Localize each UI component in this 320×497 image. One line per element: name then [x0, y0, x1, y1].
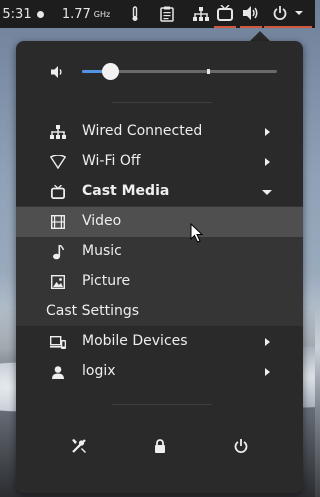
- power-off-button[interactable]: [219, 426, 263, 466]
- volume-100-mark: [207, 69, 210, 74]
- menu-item-label: logix: [82, 363, 116, 379]
- system-menu: Wired Connected Wi-Fi Off Cast Media Vid…: [16, 41, 303, 493]
- film-icon: [50, 214, 66, 230]
- clock-time: 5:31: [2, 6, 32, 22]
- cast-settings-item[interactable]: Cast Settings: [46, 303, 139, 319]
- chevron-right-icon: [265, 158, 270, 166]
- cpu-frequency[interactable]: 1.77 GHz: [58, 0, 114, 28]
- menu-item-wifi[interactable]: Wi-Fi Off: [16, 147, 303, 177]
- chevron-right-icon: [265, 128, 270, 136]
- menu-item-cast-media[interactable]: Cast Media: [16, 177, 303, 207]
- menu-item-label: Video: [82, 213, 122, 229]
- settings-tools-icon: [72, 439, 86, 453]
- menu-item-picture[interactable]: Picture: [16, 267, 303, 297]
- mobile-devices-icon: [50, 334, 66, 350]
- chevron-down-icon: [262, 190, 272, 195]
- menu-item-video[interactable]: Video: [16, 207, 303, 237]
- notification-dot-icon: [36, 10, 44, 18]
- network-wired-icon[interactable]: [190, 0, 212, 28]
- menu-item-mobile-devices[interactable]: Mobile Devices: [16, 327, 303, 357]
- volume-slider-row: [16, 56, 303, 86]
- top-bar: 5:31 1.77 GHz: [0, 0, 315, 28]
- chevron-right-icon: [265, 338, 270, 346]
- chevron-right-icon: [265, 368, 270, 376]
- menu-item-user[interactable]: logix: [16, 357, 303, 387]
- separator: [112, 102, 212, 103]
- separator: [112, 404, 212, 405]
- user-icon: [50, 364, 66, 380]
- system-actions: [16, 426, 303, 466]
- menu-item-wired[interactable]: Wired Connected: [16, 117, 303, 147]
- music-note-icon: [50, 244, 66, 260]
- lock-button[interactable]: [138, 426, 182, 466]
- menu-item-label: Wi-Fi Off: [82, 153, 141, 169]
- volume-icon: [51, 63, 65, 82]
- lock-icon: [155, 439, 165, 453]
- volume-slider-handle[interactable]: [102, 63, 119, 80]
- menu-item-label: Music: [82, 243, 122, 259]
- power-icon: [273, 6, 287, 20]
- volume-icon[interactable]: [240, 0, 262, 28]
- cast-tv-icon: [50, 184, 66, 200]
- power-menu-button[interactable]: [264, 0, 312, 28]
- cast-tv-icon[interactable]: [214, 0, 236, 28]
- menu-item-label: Wired Connected: [82, 123, 203, 139]
- thermometer-icon[interactable]: [124, 0, 146, 28]
- wifi-off-icon: [50, 154, 66, 170]
- power-icon: [234, 439, 248, 453]
- clock[interactable]: 5:31: [0, 0, 46, 28]
- network-wired-icon: [50, 124, 66, 140]
- chevron-down-icon: [295, 11, 303, 15]
- menu-pointer: [250, 31, 270, 41]
- cpu-frequency-value: 1.77: [61, 6, 91, 22]
- settings-button[interactable]: [57, 426, 101, 466]
- clipboard-icon[interactable]: [156, 0, 178, 28]
- menu-item-label: Cast Media: [82, 183, 170, 199]
- menu-item-music[interactable]: Music: [16, 237, 303, 267]
- picture-icon: [50, 274, 66, 290]
- mouse-cursor-icon: [190, 222, 204, 247]
- menu-item-label: Picture: [82, 273, 131, 289]
- cpu-frequency-unit: GHz: [93, 9, 111, 19]
- menu-item-label: Mobile Devices: [82, 333, 188, 349]
